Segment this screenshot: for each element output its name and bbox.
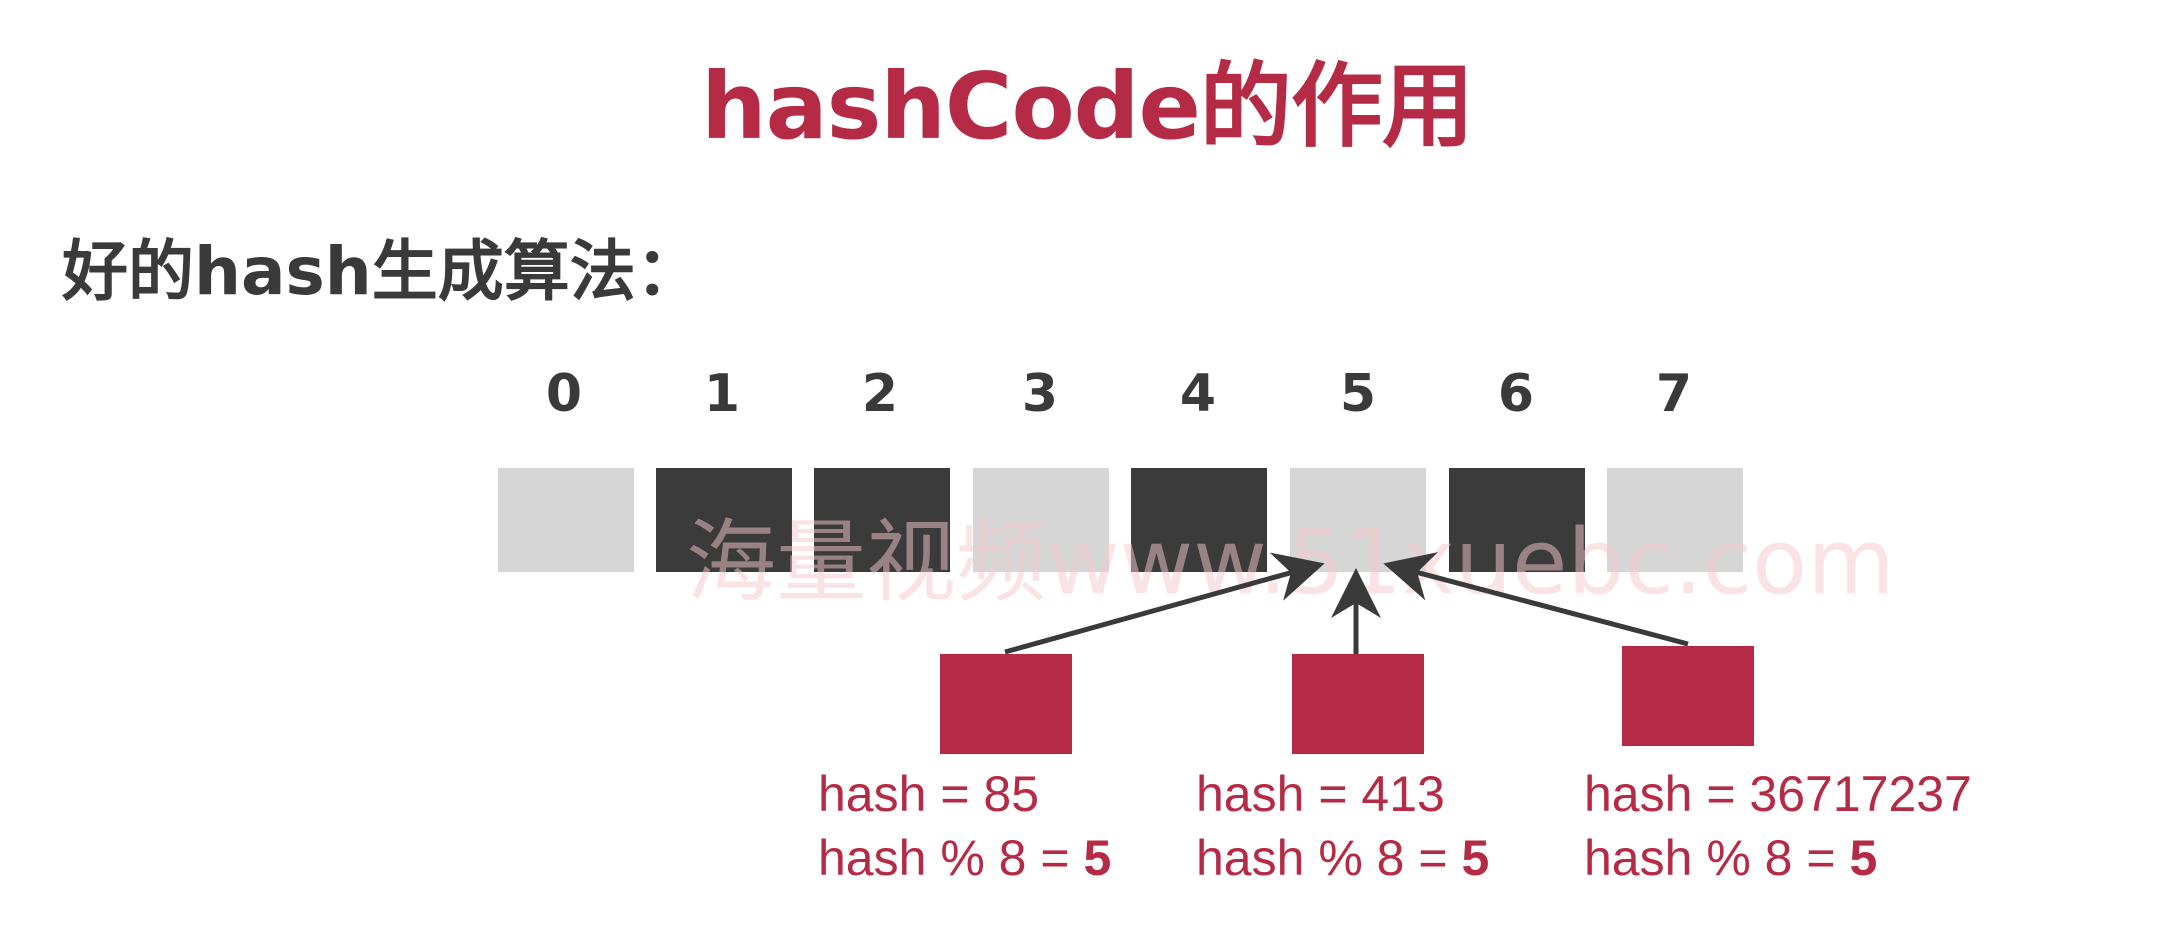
hash-value: hash = 413: [1196, 766, 1445, 822]
bucket-index-label: 1: [703, 364, 741, 424]
bucket-index-label: 7: [1655, 364, 1693, 424]
page-title: hashCode的作用: [701, 53, 1474, 160]
mod-expression: hash % 8 =: [1196, 830, 1462, 886]
watermark: 海量视频www.51xuebc.com: [686, 510, 1895, 615]
subtitle: 好的hash生成算法：: [62, 233, 702, 310]
hash-caption: hash = 36717237 hash % 8 = 5: [1584, 762, 1972, 890]
bucket-cell: [498, 468, 634, 572]
bucket-index-label: 2: [861, 364, 899, 424]
hash-value: hash = 85: [818, 766, 1040, 822]
hash-caption: hash = 85 hash % 8 = 5: [818, 762, 1111, 890]
bucket-index-label: 5: [1339, 364, 1377, 424]
hash-mod-line: hash % 8 = 5: [1196, 826, 1489, 890]
hash-item-block: [1622, 646, 1754, 746]
mod-expression: hash % 8 =: [818, 830, 1084, 886]
bucket-index-label: 4: [1179, 364, 1217, 424]
hash-value: hash = 36717237: [1584, 766, 1972, 822]
hash-mod-line: hash % 8 = 5: [1584, 826, 1972, 890]
bucket-index-label: 6: [1497, 364, 1535, 424]
hash-mod-line: hash % 8 = 5: [818, 826, 1111, 890]
mod-result: 5: [1083, 830, 1112, 886]
hash-caption: hash = 413 hash % 8 = 5: [1196, 762, 1489, 890]
hash-item-block: [1292, 654, 1424, 754]
mod-result: 5: [1461, 830, 1490, 886]
mod-expression: hash % 8 =: [1584, 830, 1850, 886]
bucket-index-label: 0: [545, 364, 583, 424]
mod-result: 5: [1849, 830, 1878, 886]
hash-item-block: [940, 654, 1072, 754]
bucket-index-label: 3: [1021, 364, 1059, 424]
